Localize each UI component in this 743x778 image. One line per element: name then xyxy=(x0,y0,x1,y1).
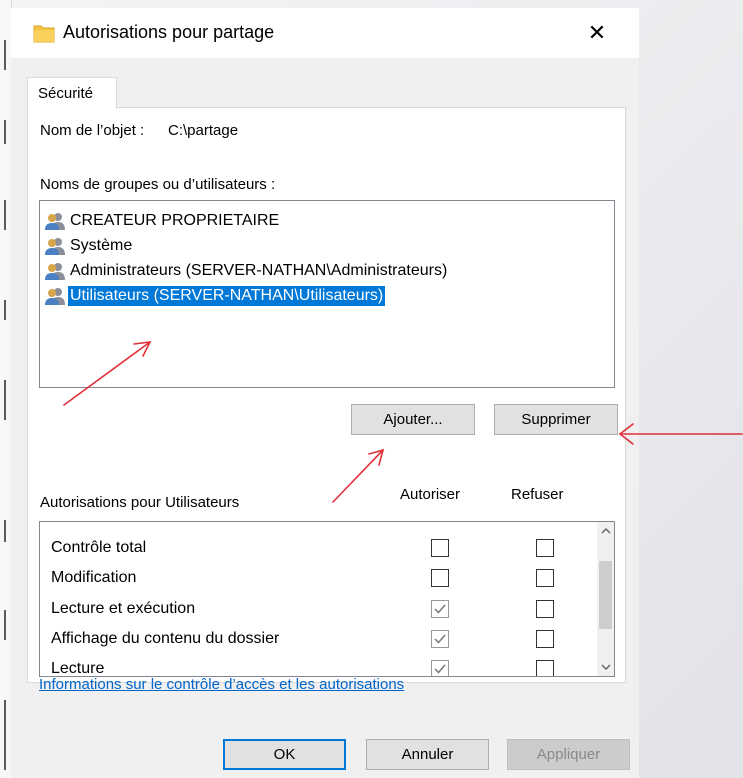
deny-column-header: Refuser xyxy=(511,486,564,503)
permission-name: Lecture xyxy=(51,660,105,677)
deny-checkbox[interactable] xyxy=(536,600,554,618)
permission-row: Contrôle total xyxy=(40,534,595,564)
users-group-icon xyxy=(44,236,66,256)
scroll-thumb[interactable] xyxy=(599,561,612,629)
remove-button[interactable]: Supprimer xyxy=(494,404,618,435)
apply-button-disabled[interactable]: Appliquer xyxy=(507,739,630,770)
access-control-info-link[interactable]: Informations sur le contrôle d’accès et … xyxy=(39,676,404,693)
deny-checkbox[interactable] xyxy=(536,630,554,648)
list-item-selected[interactable]: Utilisateurs (SERVER-NATHAN\Utilisateurs… xyxy=(44,284,386,308)
checkmark-icon xyxy=(434,634,446,644)
object-name-label: Nom de l’objet : xyxy=(40,122,145,139)
permissions-dialog: Autorisations pour partage ✕ Sécurité No… xyxy=(11,8,639,778)
allow-checkbox-checked[interactable] xyxy=(431,660,449,676)
permissions-scrollbar[interactable] xyxy=(597,522,614,676)
user-label: Système xyxy=(70,237,133,254)
checkmark-icon xyxy=(434,664,446,674)
deny-checkbox[interactable] xyxy=(536,539,554,557)
object-name-row: Nom de l’objet : C:\partage xyxy=(40,122,238,139)
users-list[interactable]: CREATEUR PROPRIETAIRE Système Administra… xyxy=(39,200,615,388)
allow-checkbox[interactable] xyxy=(431,539,449,557)
permission-name: Contrôle total xyxy=(51,539,147,556)
close-button[interactable]: ✕ xyxy=(577,16,617,50)
folder-icon xyxy=(33,23,55,48)
chevron-down-icon xyxy=(601,664,610,670)
chevron-up-icon xyxy=(601,528,610,534)
window-title: Autorisations pour partage xyxy=(63,22,275,42)
permission-row: Affichage du contenu du dossier xyxy=(40,625,595,655)
users-group-icon xyxy=(44,261,66,281)
add-button[interactable]: Ajouter... xyxy=(351,404,475,435)
permission-name: Modification xyxy=(51,569,137,586)
security-panel: Nom de l’objet : C:\partage Noms de group… xyxy=(27,107,626,683)
allow-column-header: Autoriser xyxy=(400,486,461,503)
allow-checkbox-checked[interactable] xyxy=(431,630,449,648)
checkmark-icon xyxy=(434,604,446,614)
user-label: Utilisateurs (SERVER-NATHAN\Utilisateurs… xyxy=(68,286,386,306)
list-item[interactable]: Système xyxy=(44,234,134,258)
allow-checkbox-checked[interactable] xyxy=(431,600,449,618)
list-item[interactable]: CREATEUR PROPRIETAIRE xyxy=(44,209,281,233)
title-bar: Autorisations pour partage ✕ xyxy=(11,8,639,58)
close-icon: ✕ xyxy=(587,20,607,46)
users-group-icon xyxy=(44,286,66,306)
deny-checkbox[interactable] xyxy=(536,569,554,587)
object-name-value: C:\partage xyxy=(168,122,239,139)
tab-security[interactable]: Sécurité xyxy=(27,77,117,109)
user-label: Administrateurs (SERVER-NATHAN\Administr… xyxy=(70,262,448,279)
permission-row: Lecture xyxy=(40,655,595,677)
deny-checkbox[interactable] xyxy=(536,660,554,676)
user-label: CREATEUR PROPRIETAIRE xyxy=(70,212,280,229)
permission-name: Affichage du contenu du dossier xyxy=(51,630,280,647)
groups-label: Noms de groupes ou d’utilisateurs : xyxy=(40,176,276,193)
permission-name: Lecture et exécution xyxy=(51,600,196,617)
list-item[interactable]: Administrateurs (SERVER-NATHAN\Administr… xyxy=(44,259,449,283)
permission-row: Lecture et exécution xyxy=(40,595,595,625)
allow-checkbox[interactable] xyxy=(431,569,449,587)
scroll-down-button[interactable] xyxy=(597,659,614,676)
permissions-list: Contrôle total Modification Lecture et e… xyxy=(39,521,615,677)
ok-button[interactable]: OK xyxy=(223,739,346,770)
scroll-up-button[interactable] xyxy=(597,522,614,539)
cancel-button[interactable]: Annuler xyxy=(366,739,489,770)
users-group-icon xyxy=(44,211,66,231)
permission-row: Modification xyxy=(40,564,595,594)
permissions-title: Autorisations pour Utilisateurs xyxy=(40,494,240,511)
